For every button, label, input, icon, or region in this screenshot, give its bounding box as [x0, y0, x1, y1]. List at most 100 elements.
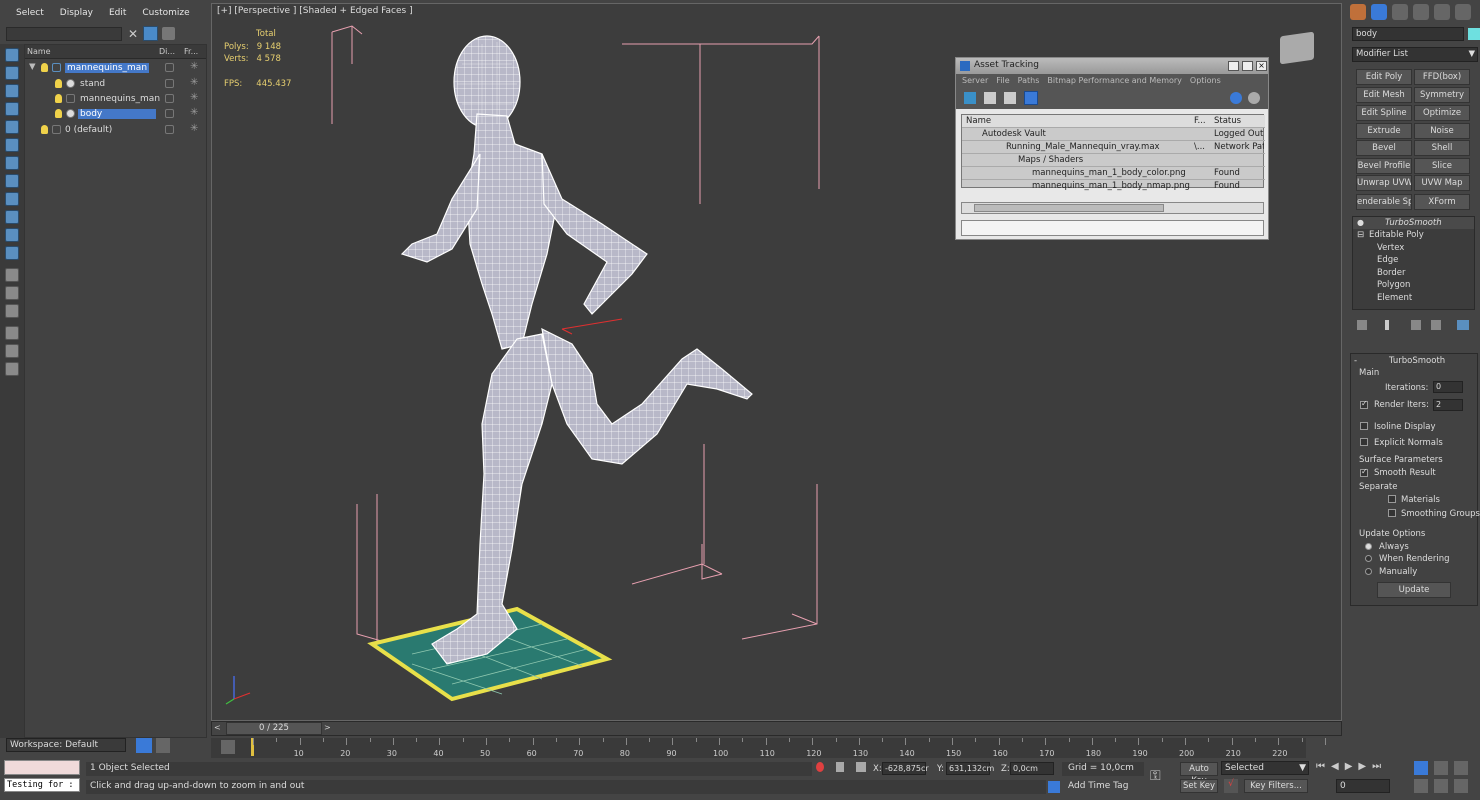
time-slider[interactable]: < 0 / 225 >: [211, 721, 1342, 736]
smoothing-groups-checkbox[interactable]: [1388, 509, 1396, 517]
display-spacewarps-icon[interactable]: [5, 192, 19, 206]
explicit-normals-checkbox[interactable]: [1360, 438, 1368, 446]
extrude-button[interactable]: Extrude: [1356, 123, 1412, 139]
orbit-icon[interactable]: [1454, 779, 1468, 793]
pin-stack-icon[interactable]: [1357, 320, 1367, 330]
configure-modifier-sets-icon[interactable]: [1457, 320, 1469, 330]
stack-item-polygon[interactable]: Polygon: [1377, 280, 1410, 290]
refresh-icon[interactable]: [964, 92, 976, 104]
menu-server[interactable]: Server: [962, 76, 988, 85]
display-none-icon[interactable]: [5, 48, 19, 62]
tree-row-body[interactable]: body ✳: [25, 107, 208, 122]
tree-row-mannequins-man-child[interactable]: mannequins_man ✳: [25, 92, 208, 107]
column-full-path[interactable]: F...: [1194, 116, 1206, 126]
stack-item-turbosmooth[interactable]: TurboSmooth: [1385, 218, 1442, 228]
stack-item-border[interactable]: Border: [1377, 268, 1406, 278]
always-radio[interactable]: [1365, 543, 1372, 550]
asset-row-vault[interactable]: Autodesk Vault Logged Out (: [962, 128, 1265, 141]
zoom-extents-icon[interactable]: [1454, 761, 1468, 775]
asset-row-maps[interactable]: Maps / Shaders: [962, 154, 1265, 167]
display-all-icon[interactable]: [5, 66, 19, 80]
scene-search-input[interactable]: [6, 27, 122, 41]
lightbulb-icon[interactable]: [55, 79, 62, 88]
render-icon[interactable]: [165, 125, 174, 134]
render-icon[interactable]: [165, 79, 174, 88]
smooth-result-checkbox[interactable]: ✓: [1360, 467, 1368, 477]
key-filters-button[interactable]: Key Filters...: [1244, 779, 1308, 793]
hierarchy-icon[interactable]: [5, 362, 19, 376]
detail-view-icon[interactable]: [1004, 92, 1016, 104]
auto-key-button[interactable]: Auto Key: [1180, 762, 1218, 786]
display-xrefs-icon[interactable]: [5, 228, 19, 242]
column-status[interactable]: Status: [1214, 116, 1241, 126]
noise-button[interactable]: Noise: [1414, 123, 1470, 139]
menu-display[interactable]: Display: [60, 8, 93, 18]
layer-filter-icon[interactable]: [5, 344, 19, 358]
layers-icon[interactable]: [162, 27, 175, 40]
zoom-all-icon[interactable]: [1434, 761, 1448, 775]
freeze-icon[interactable]: ✳: [190, 107, 198, 118]
explorer-layers-icon[interactable]: [136, 738, 152, 753]
create-tab-icon[interactable]: [1350, 4, 1366, 20]
funnel-icon[interactable]: [5, 326, 19, 340]
viewcube-icon[interactable]: [1280, 31, 1314, 65]
column-name[interactable]: Name: [966, 116, 991, 126]
lightbulb-icon[interactable]: ●: [1357, 218, 1364, 227]
menu-customize[interactable]: Customize: [142, 8, 189, 18]
go-to-end-icon[interactable]: ⏭: [1372, 761, 1387, 772]
lock-selection-icon[interactable]: [836, 762, 844, 772]
modify-tab-icon[interactable]: [1371, 4, 1387, 20]
clear-search-icon[interactable]: ✕: [128, 27, 138, 41]
freeze-icon[interactable]: ✳: [190, 123, 198, 134]
menu-options[interactable]: Options: [1190, 76, 1221, 85]
remove-modifier-icon[interactable]: [1431, 320, 1441, 330]
lightbulb-icon[interactable]: [55, 94, 62, 103]
freeze-icon[interactable]: ✳: [190, 61, 198, 72]
expand-box-icon[interactable]: ⊟: [1357, 230, 1364, 240]
hierarchy-tab-icon[interactable]: [1392, 4, 1408, 20]
display-bones-icon[interactable]: [5, 246, 19, 260]
utilities-tab-icon[interactable]: [1455, 4, 1471, 20]
optimize-button[interactable]: Optimize: [1414, 105, 1470, 121]
menu-paths[interactable]: Paths: [1018, 76, 1040, 85]
expand-arrow-icon[interactable]: ▼: [29, 62, 36, 72]
renderable-spline-button[interactable]: enderable Splin: [1356, 194, 1412, 210]
rollout-title[interactable]: TurboSmooth: [1389, 356, 1445, 366]
column-display[interactable]: Di...: [159, 47, 175, 56]
go-to-start-icon[interactable]: ⏮: [1316, 761, 1331, 772]
minimize-icon[interactable]: [1228, 61, 1239, 71]
bevel-profile-button[interactable]: Bevel Profile: [1356, 158, 1412, 174]
ffd-box-button[interactable]: FFD(box): [1414, 69, 1470, 85]
isoline-display-checkbox[interactable]: [1360, 422, 1368, 430]
time-slider-thumb[interactable]: 0 / 225: [226, 722, 322, 735]
next-key-icon[interactable]: ▶: [1358, 761, 1372, 772]
set-key-button[interactable]: Set Key: [1180, 779, 1218, 793]
key-mode-dropdown[interactable]: Selected ▼: [1221, 761, 1309, 775]
next-frame-icon[interactable]: >: [324, 723, 334, 734]
asset-row-max-file[interactable]: Running_Male_Mannequin_vray.max \... Net…: [962, 141, 1265, 154]
show-end-result-icon[interactable]: [1385, 320, 1389, 330]
slice-button[interactable]: Slice: [1414, 158, 1470, 174]
when-rendering-radio[interactable]: [1365, 555, 1372, 562]
column-freeze[interactable]: Fr...: [184, 47, 198, 56]
display-shapes-icon[interactable]: [5, 120, 19, 134]
track-bar[interactable]: 10 20 30 40 50 60 70 80 90 100 110 120 130 140 150 160 1…: [211, 738, 1326, 758]
object-color-swatch[interactable]: [1468, 28, 1480, 40]
menu-select[interactable]: Select: [16, 8, 44, 18]
time-tag-icon[interactable]: [1048, 781, 1060, 793]
page-icon[interactable]: [5, 286, 19, 300]
path-field[interactable]: [961, 220, 1264, 236]
default-tangent-icon[interactable]: √: [1224, 779, 1238, 793]
add-time-tag-button[interactable]: Add Time Tag: [1064, 780, 1144, 794]
table-view-icon[interactable]: [1024, 91, 1038, 105]
y-coordinate-field[interactable]: 631,132cm: [946, 762, 994, 775]
lightbulb-icon[interactable]: [55, 109, 62, 118]
lightbulb-icon[interactable]: [41, 63, 48, 72]
iterations-spinner[interactable]: 0: [1433, 381, 1463, 393]
edit-poly-button[interactable]: Edit Poly: [1356, 69, 1412, 85]
render-icon[interactable]: [165, 109, 174, 118]
field-of-view-icon[interactable]: [1414, 779, 1428, 793]
stack-item-vertex[interactable]: Vertex: [1377, 243, 1404, 253]
modifier-list-dropdown[interactable]: Modifier List ▼: [1352, 47, 1478, 62]
stack-item-element[interactable]: Element: [1377, 293, 1412, 303]
